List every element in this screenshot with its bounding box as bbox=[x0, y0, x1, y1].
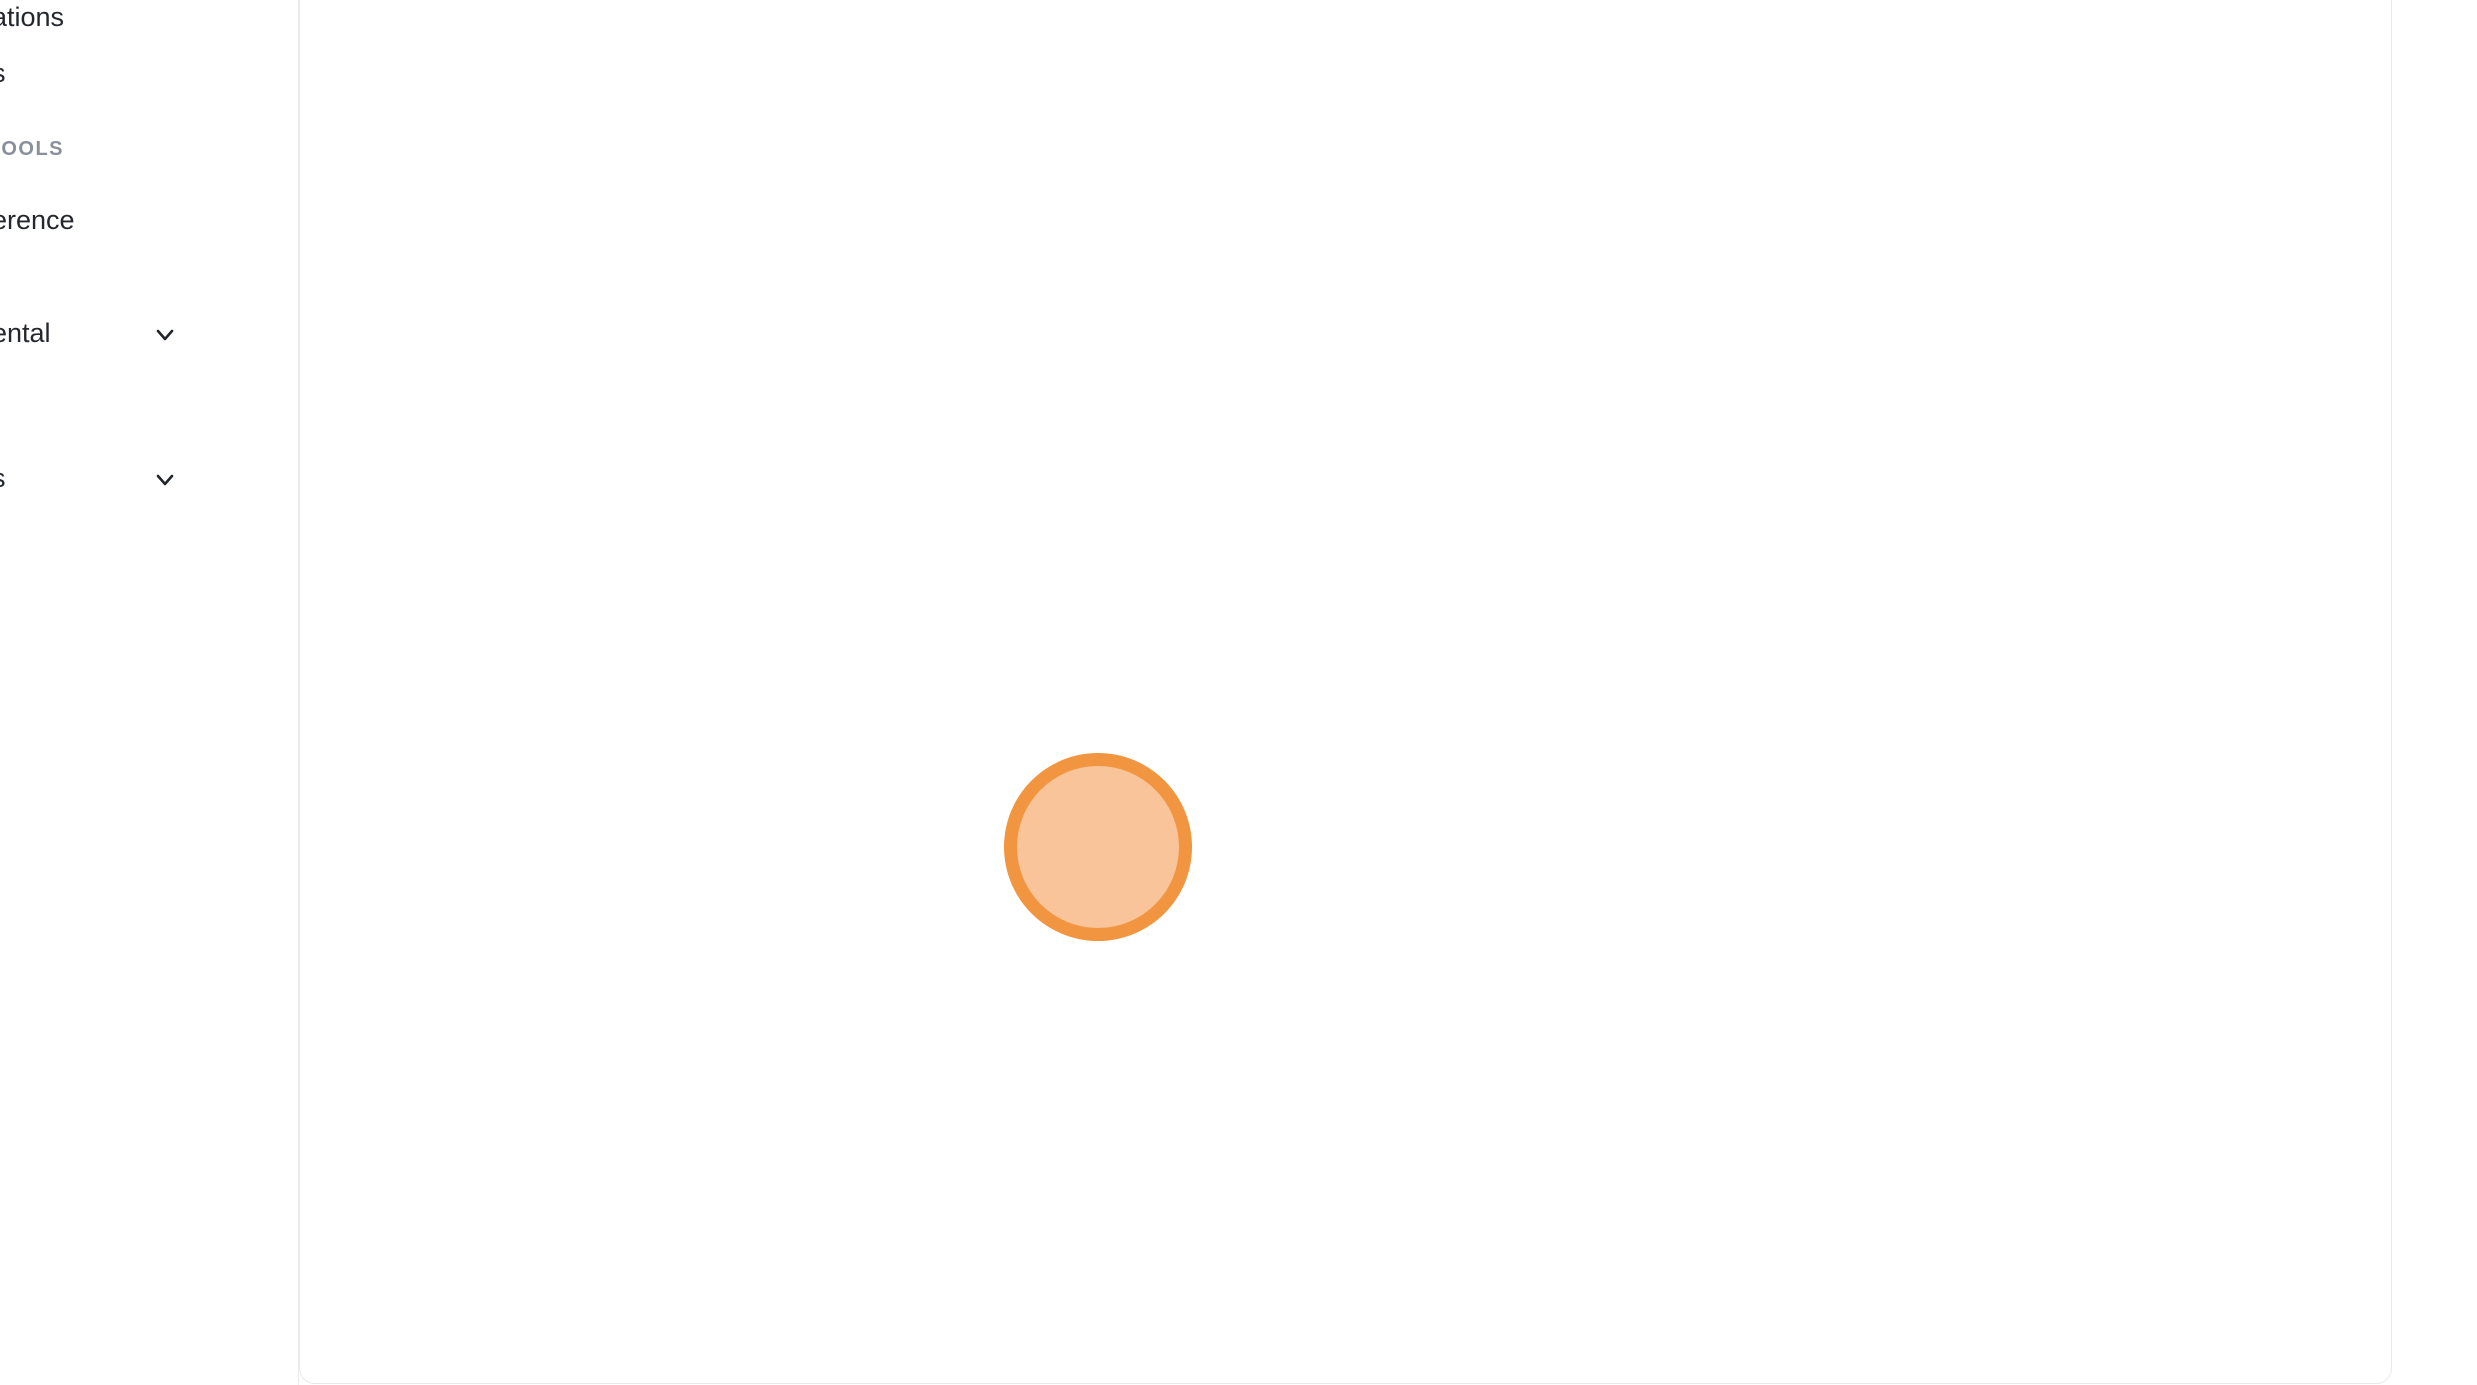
sidebar-item-experimental[interactable]: ental bbox=[0, 318, 51, 349]
sidebar-item-models[interactable]: s bbox=[0, 58, 6, 89]
sidebar: ations s TOOLS erence ental s bbox=[0, 0, 299, 1385]
sidebar-section-tools: TOOLS bbox=[0, 138, 64, 161]
chevron-down-icon[interactable] bbox=[152, 467, 178, 493]
sidebar-item-inference[interactable]: erence bbox=[0, 205, 75, 236]
sidebar-item-integrations[interactable]: ations bbox=[0, 2, 64, 33]
add-model-page: ations s TOOLS erence ental s The model … bbox=[0, 0, 2477, 1385]
add-model-card bbox=[299, 0, 2392, 1384]
sidebar-item-settings[interactable]: s bbox=[0, 463, 6, 494]
chevron-down-icon[interactable] bbox=[152, 322, 178, 348]
